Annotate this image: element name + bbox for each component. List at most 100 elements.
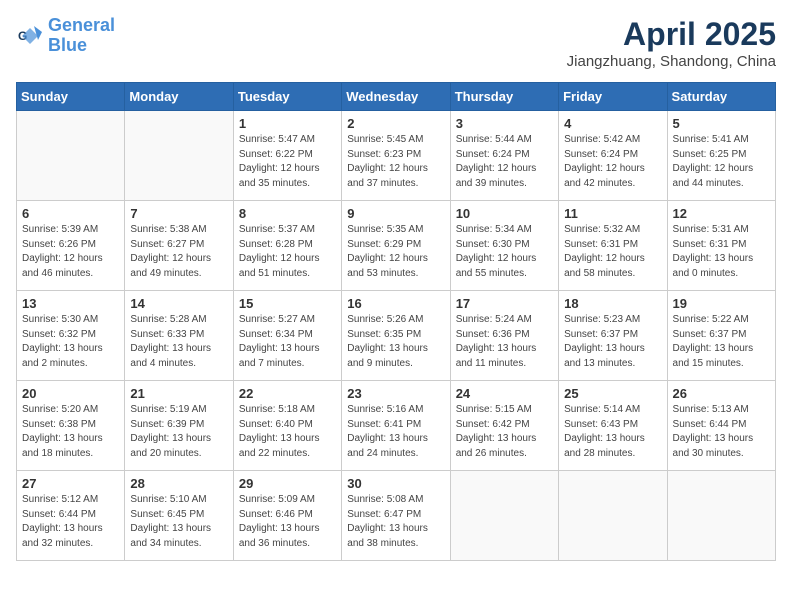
calendar-cell: 30 Sunrise: 5:08 AMSunset: 6:47 PMDayligh…	[342, 471, 450, 561]
weekday-header-saturday: Saturday	[667, 83, 775, 111]
calendar-cell: 24 Sunrise: 5:15 AMSunset: 6:42 PMDayligh…	[450, 381, 558, 471]
day-info: Sunrise: 5:16 AMSunset: 6:41 PMDaylight:…	[347, 403, 444, 461]
calendar-cell: 28 Sunrise: 5:10 AMSunset: 6:45 PMDayligh…	[125, 471, 233, 561]
calendar-cell: 16 Sunrise: 5:26 AMSunset: 6:35 PMDayligh…	[342, 291, 450, 381]
day-number: 14	[130, 296, 227, 311]
day-number: 26	[673, 386, 770, 401]
weekday-header-thursday: Thursday	[450, 83, 558, 111]
day-number: 22	[239, 386, 336, 401]
calendar-cell: 14 Sunrise: 5:28 AMSunset: 6:33 PMDayligh…	[125, 291, 233, 381]
day-info: Sunrise: 5:30 AMSunset: 6:32 PMDaylight:…	[22, 313, 119, 371]
day-number: 17	[456, 296, 553, 311]
day-number: 19	[673, 296, 770, 311]
calendar-cell: 20 Sunrise: 5:20 AMSunset: 6:38 PMDayligh…	[17, 381, 125, 471]
weekday-header-sunday: Sunday	[17, 83, 125, 111]
day-info: Sunrise: 5:08 AMSunset: 6:47 PMDaylight:…	[347, 493, 444, 551]
day-info: Sunrise: 5:42 AMSunset: 6:24 PMDaylight:…	[564, 133, 661, 191]
calendar-cell: 4 Sunrise: 5:42 AMSunset: 6:24 PMDaylight…	[559, 111, 667, 201]
calendar-cell: 26 Sunrise: 5:13 AMSunset: 6:44 PMDayligh…	[667, 381, 775, 471]
calendar-table: SundayMondayTuesdayWednesdayThursdayFrid…	[16, 82, 776, 561]
day-number: 18	[564, 296, 661, 311]
day-number: 20	[22, 386, 119, 401]
day-info: Sunrise: 5:10 AMSunset: 6:45 PMDaylight:…	[130, 493, 227, 551]
day-number: 15	[239, 296, 336, 311]
day-info: Sunrise: 5:14 AMSunset: 6:43 PMDaylight:…	[564, 403, 661, 461]
calendar-cell: 1 Sunrise: 5:47 AMSunset: 6:22 PMDaylight…	[233, 111, 341, 201]
calendar-cell: 27 Sunrise: 5:12 AMSunset: 6:44 PMDayligh…	[17, 471, 125, 561]
day-number: 13	[22, 296, 119, 311]
day-info: Sunrise: 5:28 AMSunset: 6:33 PMDaylight:…	[130, 313, 227, 371]
day-info: Sunrise: 5:19 AMSunset: 6:39 PMDaylight:…	[130, 403, 227, 461]
calendar-cell	[125, 111, 233, 201]
day-number: 16	[347, 296, 444, 311]
calendar-cell: 18 Sunrise: 5:23 AMSunset: 6:37 PMDayligh…	[559, 291, 667, 381]
calendar-cell: 11Sunrise: 5:32 AMSunset: 6:31 PMDayligh…	[559, 201, 667, 291]
day-info: Sunrise: 5:31 AMSunset: 6:31 PMDaylight:…	[673, 223, 770, 281]
day-number: 6	[22, 206, 119, 221]
location-subtitle: Jiangzhuang, Shandong, China	[567, 53, 776, 70]
day-info: Sunrise: 5:26 AMSunset: 6:35 PMDaylight:…	[347, 313, 444, 371]
day-number: 1	[239, 116, 336, 131]
day-number: 23	[347, 386, 444, 401]
day-number: 27	[22, 476, 119, 491]
day-number: 12	[673, 206, 770, 221]
calendar-cell: 29Sunrise: 5:09 AMSunset: 6:46 PMDayligh…	[233, 471, 341, 561]
page-header: G General Blue April 2025 Jiangzhuang, S…	[16, 16, 776, 70]
day-number: 7	[130, 206, 227, 221]
day-info: Sunrise: 5:22 AMSunset: 6:37 PMDaylight:…	[673, 313, 770, 371]
day-info: Sunrise: 5:13 AMSunset: 6:44 PMDaylight:…	[673, 403, 770, 461]
day-info: Sunrise: 5:37 AMSunset: 6:28 PMDaylight:…	[239, 223, 336, 281]
day-info: Sunrise: 5:15 AMSunset: 6:42 PMDaylight:…	[456, 403, 553, 461]
day-info: Sunrise: 5:18 AMSunset: 6:40 PMDaylight:…	[239, 403, 336, 461]
month-title: April 2025	[567, 16, 776, 53]
day-info: Sunrise: 5:45 AMSunset: 6:23 PMDaylight:…	[347, 133, 444, 191]
day-info: Sunrise: 5:23 AMSunset: 6:37 PMDaylight:…	[564, 313, 661, 371]
day-number: 5	[673, 116, 770, 131]
calendar-cell: 7 Sunrise: 5:38 AMSunset: 6:27 PMDaylight…	[125, 201, 233, 291]
day-number: 8	[239, 206, 336, 221]
calendar-cell: 8 Sunrise: 5:37 AMSunset: 6:28 PMDaylight…	[233, 201, 341, 291]
day-number: 28	[130, 476, 227, 491]
week-row-3: 13 Sunrise: 5:30 AMSunset: 6:32 PMDayligh…	[17, 291, 776, 381]
calendar-cell: 15 Sunrise: 5:27 AMSunset: 6:34 PMDayligh…	[233, 291, 341, 381]
day-info: Sunrise: 5:12 AMSunset: 6:44 PMDaylight:…	[22, 493, 119, 551]
day-info: Sunrise: 5:27 AMSunset: 6:34 PMDaylight:…	[239, 313, 336, 371]
week-row-2: 6 Sunrise: 5:39 AMSunset: 6:26 PMDaylight…	[17, 201, 776, 291]
calendar-cell: 12 Sunrise: 5:31 AMSunset: 6:31 PMDayligh…	[667, 201, 775, 291]
weekday-header-friday: Friday	[559, 83, 667, 111]
day-info: Sunrise: 5:20 AMSunset: 6:38 PMDaylight:…	[22, 403, 119, 461]
calendar-cell: 21Sunrise: 5:19 AMSunset: 6:39 PMDayligh…	[125, 381, 233, 471]
calendar-cell	[17, 111, 125, 201]
calendar-cell: 22 Sunrise: 5:18 AMSunset: 6:40 PMDayligh…	[233, 381, 341, 471]
weekday-header-tuesday: Tuesday	[233, 83, 341, 111]
logo-text: General Blue	[48, 16, 115, 56]
day-number: 9	[347, 206, 444, 221]
calendar-cell: 23 Sunrise: 5:16 AMSunset: 6:41 PMDayligh…	[342, 381, 450, 471]
weekday-header-monday: Monday	[125, 83, 233, 111]
week-row-4: 20 Sunrise: 5:20 AMSunset: 6:38 PMDayligh…	[17, 381, 776, 471]
logo: G General Blue	[16, 16, 115, 56]
day-number: 24	[456, 386, 553, 401]
day-info: Sunrise: 5:39 AMSunset: 6:26 PMDaylight:…	[22, 223, 119, 281]
calendar-cell	[667, 471, 775, 561]
day-number: 4	[564, 116, 661, 131]
calendar-cell: 13 Sunrise: 5:30 AMSunset: 6:32 PMDayligh…	[17, 291, 125, 381]
day-info: Sunrise: 5:44 AMSunset: 6:24 PMDaylight:…	[456, 133, 553, 191]
day-number: 2	[347, 116, 444, 131]
calendar-cell: 19 Sunrise: 5:22 AMSunset: 6:37 PMDayligh…	[667, 291, 775, 381]
calendar-cell: 6 Sunrise: 5:39 AMSunset: 6:26 PMDaylight…	[17, 201, 125, 291]
day-number: 11	[564, 206, 661, 221]
day-info: Sunrise: 5:24 AMSunset: 6:36 PMDaylight:…	[456, 313, 553, 371]
week-row-5: 27 Sunrise: 5:12 AMSunset: 6:44 PMDayligh…	[17, 471, 776, 561]
day-number: 30	[347, 476, 444, 491]
week-row-1: 1 Sunrise: 5:47 AMSunset: 6:22 PMDaylight…	[17, 111, 776, 201]
day-info: Sunrise: 5:34 AMSunset: 6:30 PMDaylight:…	[456, 223, 553, 281]
calendar-cell: 3Sunrise: 5:44 AMSunset: 6:24 PMDaylight…	[450, 111, 558, 201]
day-info: Sunrise: 5:47 AMSunset: 6:22 PMDaylight:…	[239, 133, 336, 191]
title-section: April 2025 Jiangzhuang, Shandong, China	[567, 16, 776, 70]
day-info: Sunrise: 5:38 AMSunset: 6:27 PMDaylight:…	[130, 223, 227, 281]
day-number: 29	[239, 476, 336, 491]
day-number: 10	[456, 206, 553, 221]
logo-icon: G	[16, 22, 44, 50]
day-info: Sunrise: 5:41 AMSunset: 6:25 PMDaylight:…	[673, 133, 770, 191]
